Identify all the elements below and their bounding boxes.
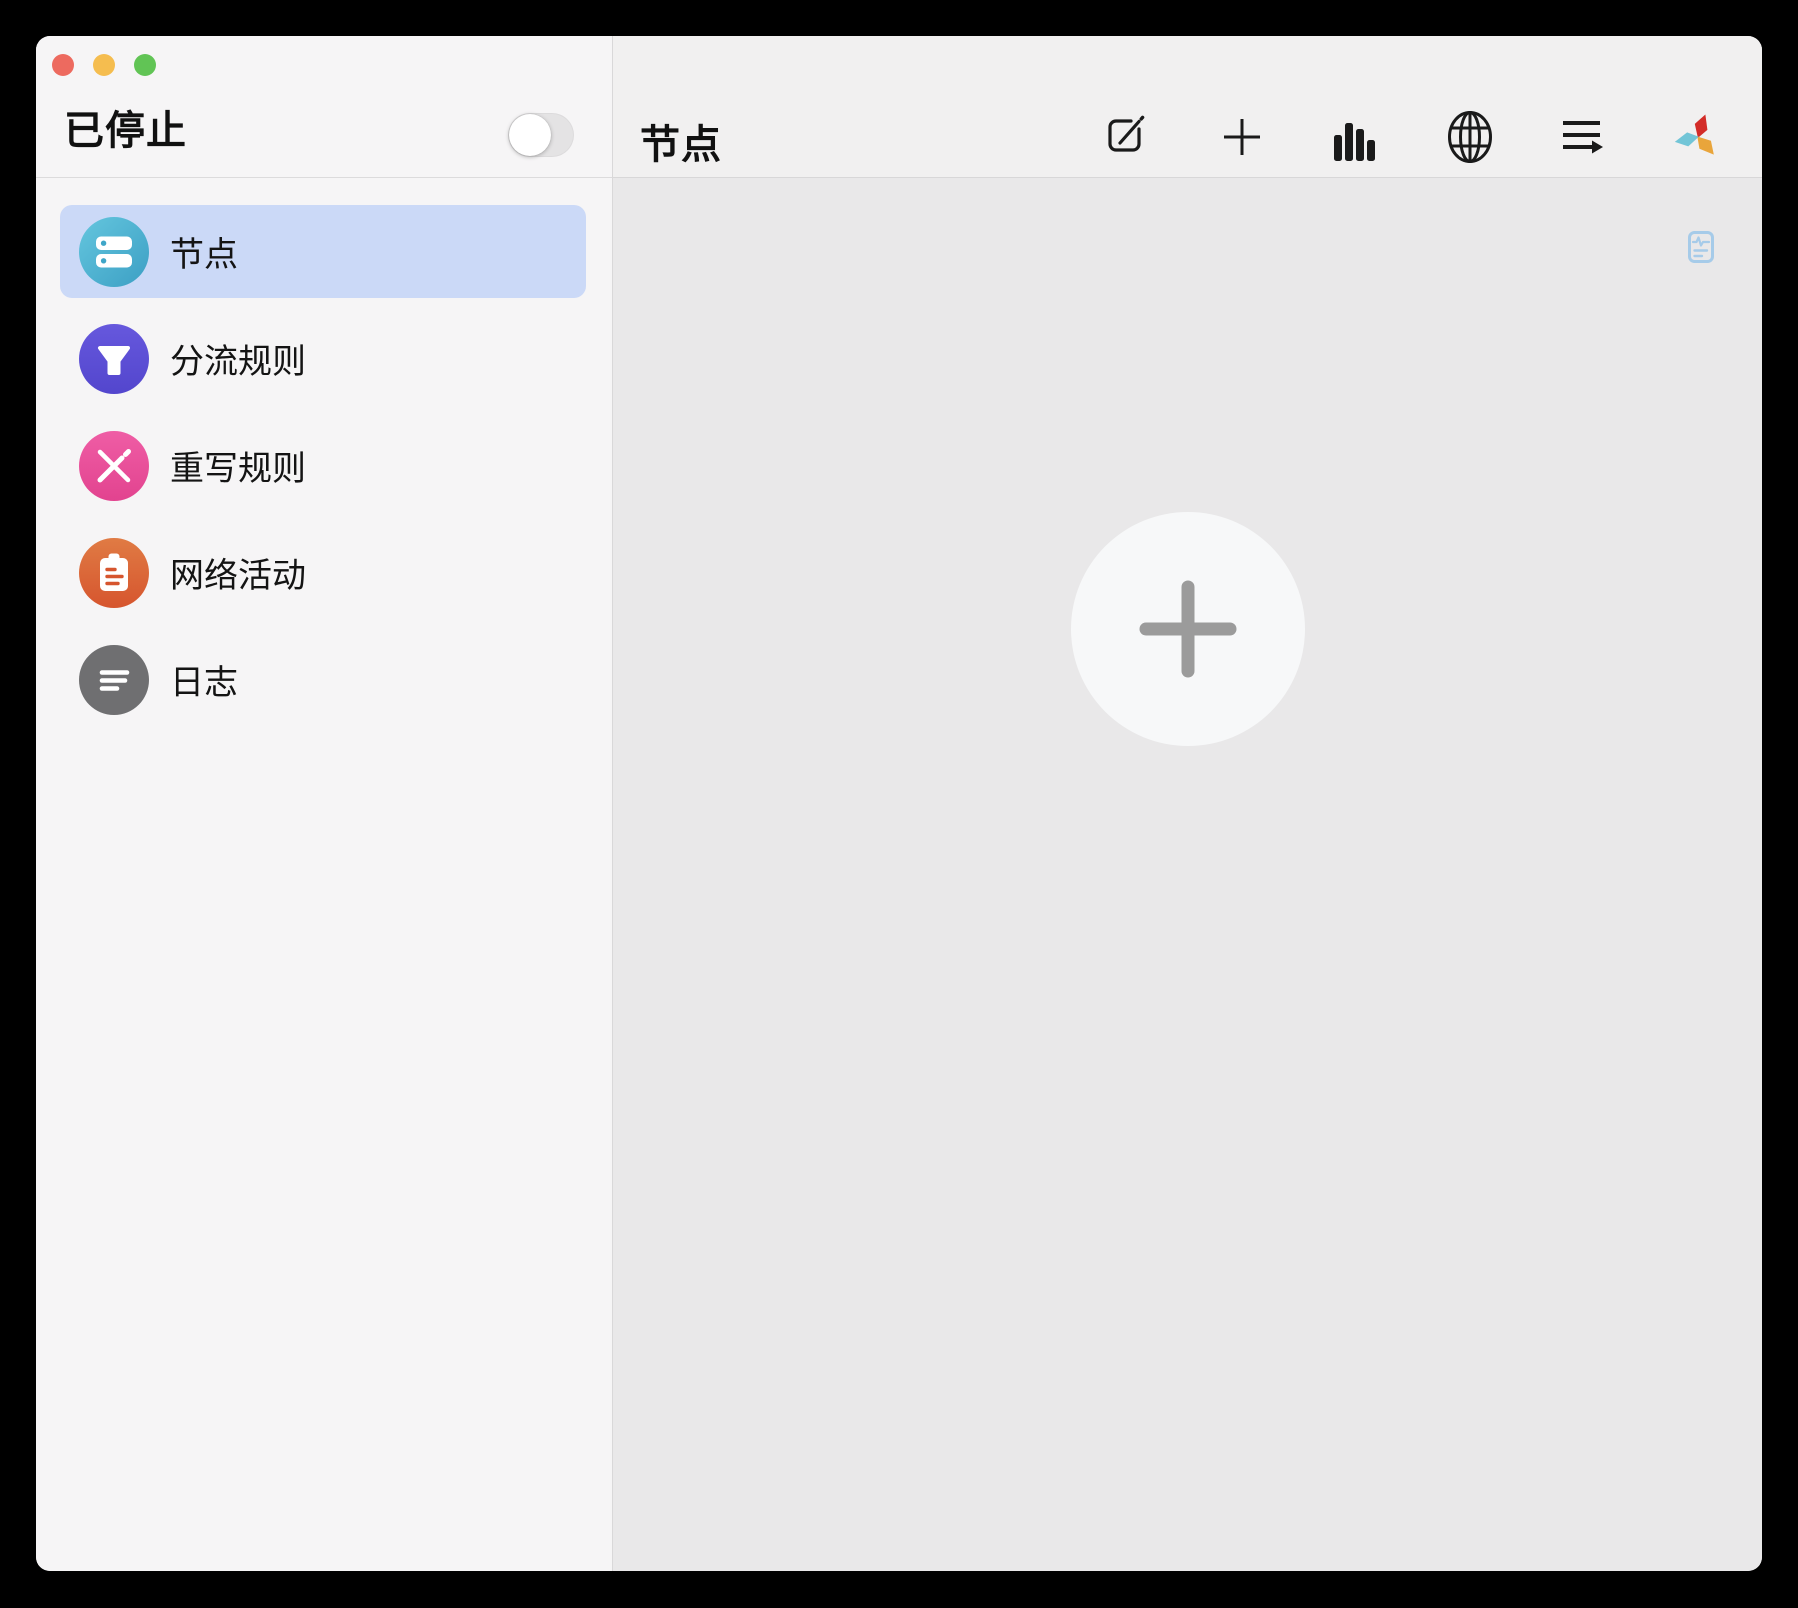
clipboard-icon (79, 538, 149, 608)
add-node-button[interactable] (1071, 512, 1305, 746)
close-window-button[interactable] (52, 54, 74, 76)
page-title: 节点 (640, 112, 722, 170)
add-icon[interactable] (1217, 109, 1267, 165)
globe-icon[interactable] (1445, 109, 1495, 165)
funnel-icon (79, 324, 149, 394)
proxy-status-title: 已停止 (64, 98, 187, 156)
sidebar-item-label: 节点 (170, 227, 238, 276)
sidebar-item-activity[interactable]: 网络活动 (60, 526, 586, 619)
sidebar-item-rewrite[interactable]: 重写规则 (60, 419, 586, 512)
toolbar-actions (1103, 109, 1723, 165)
proxy-toggle[interactable] (508, 113, 574, 157)
log-lines-icon (79, 645, 149, 715)
servers-icon (79, 217, 149, 287)
window-controls (52, 54, 156, 76)
main-panel: 节点 (613, 36, 1762, 1571)
sidebar-item-rules[interactable]: 分流规则 (60, 312, 586, 405)
list-arrow-icon[interactable] (1559, 109, 1609, 165)
zoom-window-button[interactable] (134, 54, 156, 76)
sidebar-item-label: 重写规则 (170, 441, 306, 490)
sidebar-item-nodes[interactable]: 节点 (60, 205, 586, 298)
health-test-icon[interactable] (1688, 231, 1714, 263)
sidebar-item-label: 网络活动 (170, 548, 306, 597)
app-window: 已停止 节点 (36, 36, 1762, 1571)
sidebar-item-logs[interactable]: 日志 (60, 633, 586, 726)
sidebar: 已停止 节点 (36, 36, 613, 1571)
minimize-window-button[interactable] (93, 54, 115, 76)
pencil-slash-icon (79, 431, 149, 501)
sidebar-item-label: 日志 (170, 655, 238, 704)
nodes-empty-content (613, 178, 1762, 1571)
main-toolbar: 节点 (613, 36, 1762, 178)
app-logo-icon[interactable] (1673, 109, 1723, 165)
compose-icon[interactable] (1103, 109, 1153, 165)
sidebar-header: 已停止 (36, 36, 612, 178)
plus-icon (1133, 574, 1243, 684)
sidebar-nav: 节点 分流规则 重写规则 (36, 178, 612, 726)
sidebar-item-label: 分流规则 (170, 334, 306, 383)
toggle-knob (509, 114, 551, 156)
bar-chart-icon[interactable] (1331, 109, 1381, 165)
